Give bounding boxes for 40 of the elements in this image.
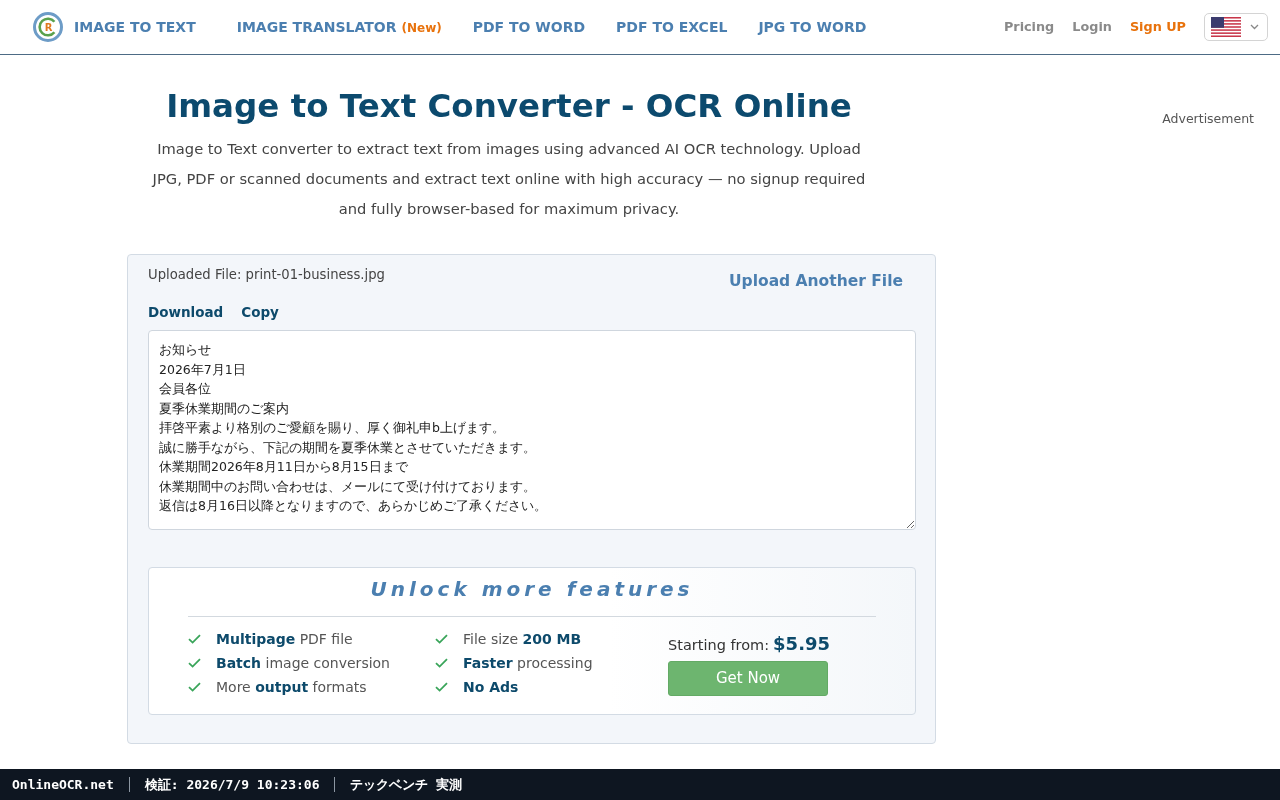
status-text: 検証: 2026/7/9 10:23:06	[144, 775, 320, 794]
check-icon	[188, 682, 201, 693]
check-icon	[188, 658, 201, 669]
new-label: (New)	[401, 20, 442, 35]
check-icon	[435, 634, 448, 645]
check-icon	[188, 634, 201, 645]
price-label: Starting from:	[668, 637, 770, 654]
uploaded-file-label: Uploaded File: print-01-business.jpg	[148, 265, 385, 284]
extracted-text-area[interactable]: お知らせ 2026年7月1日 会員各位 夏季休業期間のご案内 拝啓平素より格別のご愛顧を賜り、厚く御礼申b上げます。 誠に勝手ながら、下記の期間を夏季休業とさせていただきます。 休業期間2026年8月11日から8月15日まで 休業期間中のお問い合わせは、メールにて受け付けております。 返信は8月16日以降となりますので、あらかじめご了承ください。	[148, 330, 916, 531]
account-link[interactable]: Login	[1072, 17, 1112, 37]
check-icon	[435, 658, 448, 669]
action-link[interactable]: Copy	[241, 301, 279, 323]
nav-link[interactable]: PDF TO WORD	[472, 16, 586, 38]
brand-link[interactable]: IMAGE TO TEXT	[74, 16, 196, 38]
nav-link[interactable]: PDF TO EXCEL	[616, 16, 728, 38]
page-description: Image to Text converter to extract text from images using advanced AI OCR technology. Upload JPG, PDF or scanned documents and extract text online with high accuracy — no signup required and fully browser-based for maximum privacy.	[150, 138, 867, 219]
price-value: $5.95	[773, 633, 831, 655]
advertisement-label: Advertisement	[1162, 111, 1254, 126]
nav-link[interactable]: JPG TO WORD	[758, 16, 867, 38]
feature-text: Faster processing	[463, 653, 593, 673]
status-text: OnlineOCR.net	[12, 775, 114, 794]
page-title: Image to Text Converter - OCR Online	[165, 86, 853, 127]
action-link[interactable]: Download	[148, 301, 224, 323]
logo-icon[interactable]: R	[33, 12, 63, 42]
feature-text: File size 200 MB	[463, 629, 582, 649]
feature-text: Multipage PDF file	[216, 629, 353, 649]
flag-icon	[1211, 17, 1241, 37]
language-selector[interactable]	[1204, 13, 1268, 41]
check-icon	[435, 682, 448, 693]
status-text: テックベンチ 実測	[350, 775, 463, 794]
feature-text: No Ads	[463, 677, 519, 697]
upgrade-title: Unlock more features	[369, 576, 695, 604]
feature-text: Batch image conversion	[216, 653, 390, 673]
get-now-button[interactable]: Get Now	[668, 661, 828, 697]
account-link[interactable]: Pricing	[1003, 17, 1055, 37]
nav-link[interactable]: IMAGE TRANSLATOR (New)	[236, 16, 442, 38]
chevron-down-icon	[1250, 24, 1259, 30]
feature-text: More output formats	[216, 677, 367, 697]
sign-up-link[interactable]: Sign UP	[1129, 17, 1186, 37]
upload-another-file-link[interactable]: Upload Another File	[729, 269, 903, 293]
